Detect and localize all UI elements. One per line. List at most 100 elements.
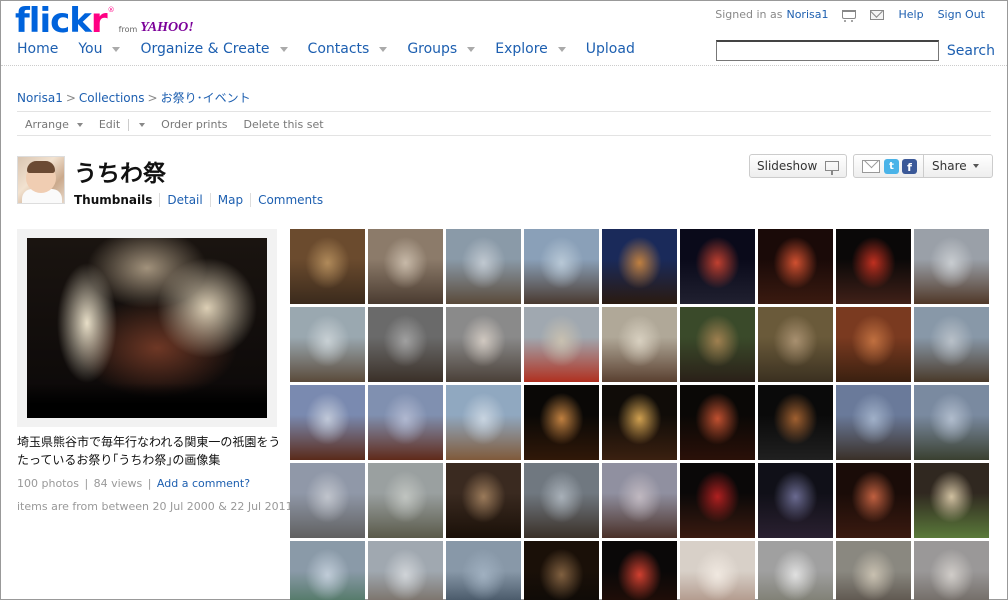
photo-thumbnail[interactable]: [368, 541, 443, 600]
photo-thumbnail[interactable]: [680, 463, 755, 538]
share-button[interactable]: Share: [932, 159, 979, 173]
signed-in-user-link[interactable]: Norisa1: [786, 8, 828, 21]
featured-photo[interactable]: [27, 238, 267, 418]
add-comment-link[interactable]: Add a comment?: [157, 477, 250, 490]
set-description: 埼玉県熊谷市で毎年行なわれる関東一の祇園をうたっているお祭り｢うちわ祭｣の画像集: [17, 435, 281, 467]
photo-thumbnail[interactable]: [524, 463, 599, 538]
photo-thumbnail[interactable]: [680, 229, 755, 304]
chevron-down-icon[interactable]: [139, 122, 146, 127]
cart-icon[interactable]: [842, 10, 857, 22]
photo-thumbnail[interactable]: [290, 229, 365, 304]
chevron-down-icon[interactable]: [112, 46, 121, 52]
logo-registered: ®: [107, 6, 115, 14]
arrange-menu[interactable]: Arrange: [17, 118, 91, 131]
photo-thumbnail[interactable]: [836, 307, 911, 382]
account-bar: Signed in as Norisa1 Help Sign Out: [715, 8, 985, 22]
logo-from: from: [118, 25, 138, 34]
photo-thumbnail[interactable]: [758, 541, 833, 600]
flickr-logo[interactable]: flickr ® from YAHOO!: [15, 4, 194, 38]
photo-thumbnail[interactable]: [290, 385, 365, 460]
nav-groups[interactable]: Groups: [407, 41, 476, 57]
photo-thumbnail[interactable]: [290, 541, 365, 600]
photo-thumbnail[interactable]: [914, 229, 989, 304]
photo-thumbnail[interactable]: [368, 463, 443, 538]
chevron-down-icon[interactable]: [557, 46, 566, 52]
photo-thumbnail[interactable]: [758, 463, 833, 538]
photo-thumbnail[interactable]: [758, 229, 833, 304]
tab-thumbnails[interactable]: Thumbnails: [74, 193, 159, 207]
photo-thumbnail[interactable]: [446, 229, 521, 304]
photo-thumbnail[interactable]: [602, 229, 677, 304]
breadcrumb-collections[interactable]: Collections: [79, 91, 145, 105]
photo-thumbnail[interactable]: [836, 463, 911, 538]
photo-thumbnail[interactable]: [680, 307, 755, 382]
photo-thumbnail[interactable]: [758, 385, 833, 460]
tab-detail[interactable]: Detail: [159, 193, 209, 207]
tab-map[interactable]: Map: [209, 193, 250, 207]
photo-thumbnail[interactable]: [446, 463, 521, 538]
photo-thumbnail[interactable]: [368, 229, 443, 304]
photo-thumbnail[interactable]: [914, 385, 989, 460]
chevron-down-icon[interactable]: [279, 46, 288, 52]
photo-thumbnail[interactable]: [602, 541, 677, 600]
photo-thumbnail[interactable]: [914, 463, 989, 538]
nav-upload[interactable]: Upload: [586, 41, 635, 57]
photo-thumbnail[interactable]: [524, 385, 599, 460]
photo-count: 100 photos: [17, 477, 79, 490]
set-actions-bar: Arrange Edit Order prints Delete this se…: [17, 114, 991, 136]
breadcrumb: Norisa1 > Collections > お祭り･イベント: [17, 91, 251, 105]
page-title: うちわ祭: [74, 161, 166, 187]
nav-you[interactable]: You: [78, 41, 121, 57]
nav-contacts[interactable]: Contacts: [308, 41, 388, 57]
delete-set-link[interactable]: Delete this set: [236, 118, 332, 131]
email-icon[interactable]: [862, 159, 880, 173]
photo-thumbnail[interactable]: [836, 229, 911, 304]
nav-explore[interactable]: Explore: [495, 41, 566, 57]
photo-thumbnail[interactable]: [836, 385, 911, 460]
photo-thumbnail[interactable]: [524, 541, 599, 600]
mail-icon[interactable]: [870, 9, 885, 20]
chevron-down-icon[interactable]: [467, 46, 476, 52]
photo-thumbnail[interactable]: [836, 541, 911, 600]
slideshow-button[interactable]: Slideshow: [749, 154, 847, 178]
search-input[interactable]: [715, 40, 939, 61]
photo-thumbnail[interactable]: [914, 307, 989, 382]
chevron-down-icon[interactable]: [379, 46, 388, 52]
view-count: 84 views: [93, 477, 143, 490]
help-link[interactable]: Help: [898, 8, 923, 21]
photo-thumbnail[interactable]: [446, 385, 521, 460]
photo-thumbnail[interactable]: [446, 541, 521, 600]
photo-thumbnail[interactable]: [758, 307, 833, 382]
photo-thumbnail[interactable]: [524, 307, 599, 382]
header-divider: [1, 65, 1007, 66]
twitter-icon[interactable]: t: [884, 158, 899, 174]
photo-thumbnail[interactable]: [290, 463, 365, 538]
photo-thumbnail[interactable]: [602, 463, 677, 538]
photo-thumbnail[interactable]: [368, 307, 443, 382]
facebook-icon[interactable]: f: [902, 158, 917, 174]
photo-thumbnail[interactable]: [290, 307, 365, 382]
edit-menu[interactable]: Edit: [91, 118, 153, 131]
avatar[interactable]: [17, 156, 65, 204]
photo-thumbnail[interactable]: [602, 307, 677, 382]
breadcrumb-user[interactable]: Norisa1: [17, 91, 63, 105]
order-prints-link[interactable]: Order prints: [153, 118, 235, 131]
photo-thumbnail[interactable]: [914, 541, 989, 600]
main-nav: Home You Organize & Create Contacts Grou…: [17, 41, 655, 57]
photo-thumbnail[interactable]: [446, 307, 521, 382]
chevron-down-icon[interactable]: [972, 164, 979, 168]
tab-comments[interactable]: Comments: [250, 193, 330, 207]
search-button[interactable]: Search: [947, 43, 995, 59]
logo-yahoo: YAHOO!: [140, 20, 194, 35]
photo-thumbnail[interactable]: [524, 229, 599, 304]
photo-thumbnail[interactable]: [680, 385, 755, 460]
photo-thumbnail[interactable]: [680, 541, 755, 600]
photo-thumbnail[interactable]: [368, 385, 443, 460]
photo-thumbnail[interactable]: [602, 385, 677, 460]
chevron-down-icon[interactable]: [76, 122, 83, 127]
sign-out-link[interactable]: Sign Out: [938, 8, 985, 21]
nav-home[interactable]: Home: [17, 41, 58, 57]
nav-organize[interactable]: Organize & Create: [140, 41, 288, 57]
date-range: items are from between 20 Jul 2000 & 22 …: [17, 500, 297, 513]
breadcrumb-current[interactable]: お祭り･イベント: [161, 91, 251, 105]
